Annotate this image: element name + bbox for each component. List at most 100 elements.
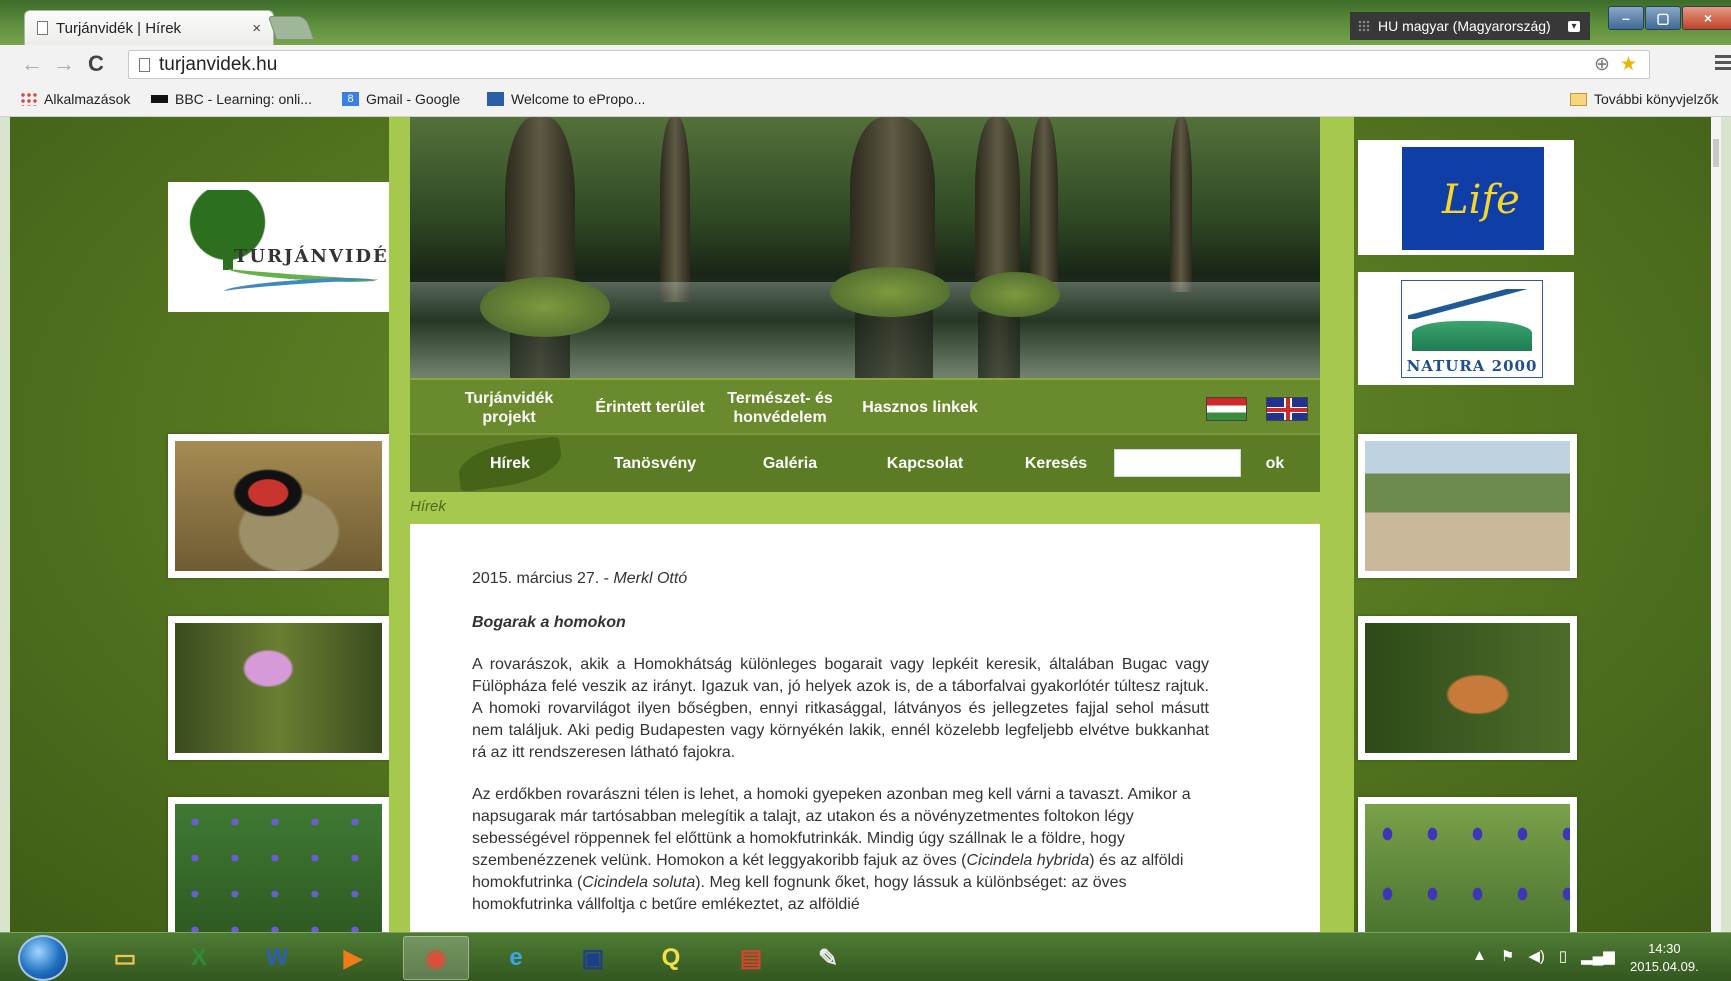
volume-icon[interactable]: ◀) bbox=[1528, 947, 1545, 965]
bbc-icon bbox=[151, 95, 168, 103]
photo-hoopoe[interactable] bbox=[1358, 616, 1577, 760]
internet-explorer-icon[interactable]: e bbox=[483, 936, 549, 980]
photo-burnet-moth[interactable] bbox=[168, 434, 389, 578]
save-disk-icon[interactable]: ▣ bbox=[560, 936, 626, 980]
bookmark-label: Alkalmazások bbox=[44, 91, 131, 107]
google-icon: 8 bbox=[342, 92, 359, 106]
article-meta: 2015. március 27. - Merkl Ottó bbox=[472, 570, 1209, 588]
center-column: Turjánvidék projekt Érintett terület Ter… bbox=[389, 117, 1354, 932]
bookmark-star-icon[interactable]: ★ bbox=[1620, 53, 1637, 76]
forward-arrow-icon[interactable]: → bbox=[48, 51, 80, 77]
nav-tanosveny[interactable]: Tanösvény bbox=[600, 435, 710, 492]
flag-icon[interactable]: ⚑ bbox=[1501, 947, 1514, 965]
header-image-swamp-forest bbox=[410, 117, 1320, 378]
secondary-navigation: Hírek Tanösvény Galéria Kapcsolat Keresé… bbox=[410, 433, 1320, 493]
page-scrollbar[interactable] bbox=[1711, 117, 1721, 932]
nav-kapcsolat[interactable]: Kapcsolat bbox=[860, 435, 990, 492]
menu-icon[interactable] bbox=[1715, 55, 1731, 71]
natura-2000-logo[interactable]: NATURA 2000 bbox=[1358, 272, 1574, 385]
apps-grid-icon bbox=[20, 92, 37, 106]
address-bar[interactable]: turjanvidek.hu ⊕ ★ bbox=[128, 50, 1650, 79]
gentian-image bbox=[1365, 804, 1570, 932]
language-indicator[interactable]: HU magyar (Magyarország) ▾ bbox=[1350, 12, 1590, 40]
bookmark-bbc[interactable]: BBC - Learning: onli... bbox=[151, 91, 312, 107]
web-page: TURJÁNVIDÉK Life NATURA 2000 Turjánvidék… bbox=[10, 117, 1721, 932]
bookmark-apps[interactable]: Alkalmazások bbox=[20, 91, 130, 107]
natura-box: NATURA 2000 bbox=[1401, 280, 1543, 378]
species-name: Cicindela soluta bbox=[582, 874, 696, 891]
iris-image bbox=[175, 804, 382, 932]
nav-hirek[interactable]: Hírek bbox=[460, 435, 560, 492]
nav-turjanvidek-projekt[interactable]: Turjánvidék projekt bbox=[454, 380, 564, 435]
q-app-icon[interactable]: Q bbox=[638, 936, 704, 980]
field-trip-image bbox=[1365, 441, 1570, 571]
tray-expand-icon[interactable]: ▲ bbox=[1472, 947, 1487, 965]
breadcrumb[interactable]: Hírek bbox=[410, 498, 446, 515]
photo-gentian[interactable] bbox=[1358, 797, 1577, 932]
chevron-down-icon: ▾ bbox=[1568, 20, 1580, 32]
natura-text: NATURA 2000 bbox=[1406, 357, 1538, 375]
omnibox-actions: ⊕ ★ bbox=[1594, 53, 1637, 76]
presentation-icon[interactable]: ▤ bbox=[718, 936, 784, 980]
search-input[interactable] bbox=[1114, 449, 1241, 477]
browser-tab[interactable]: Turjánvidék | Hírek × bbox=[24, 10, 274, 45]
tab-title: Turjánvidék | Hírek bbox=[56, 19, 182, 37]
main-navigation: Turjánvidék projekt Érintett terület Ter… bbox=[410, 378, 1320, 433]
photo-irises[interactable] bbox=[168, 797, 389, 932]
media-player-icon[interactable]: ▶ bbox=[320, 936, 386, 980]
eu-life-logo[interactable]: Life bbox=[1358, 140, 1574, 255]
tab-close-icon[interactable]: × bbox=[252, 20, 261, 37]
system-tray: ▲ ⚑ ◀) ▯ ▂▄▆ bbox=[1472, 947, 1615, 965]
excel-icon[interactable]: X bbox=[166, 936, 232, 980]
paint-icon[interactable]: ✎ bbox=[795, 936, 861, 980]
article-date: 2015. március 27. - bbox=[472, 570, 614, 587]
article-paragraph-2: Az erdőkben rovarászni télen is lehet, a… bbox=[472, 784, 1209, 916]
folder-icon bbox=[1570, 92, 1587, 106]
bookmark-label: Gmail - Google bbox=[366, 91, 461, 107]
back-arrow-icon[interactable]: ← bbox=[16, 51, 48, 77]
nav-hasznos-linkek[interactable]: Hasznos linkek bbox=[850, 380, 990, 435]
page-icon bbox=[139, 57, 150, 72]
search-label: Keresés bbox=[1024, 454, 1088, 472]
signal-icon[interactable]: ▂▄▆ bbox=[1581, 947, 1615, 965]
language-label: HU magyar (Magyarország) bbox=[1378, 18, 1551, 34]
nav-erintett-terulet[interactable]: Érintett terület bbox=[585, 380, 715, 435]
nav-termeszet-honvedelem[interactable]: Természet- és honvédelem bbox=[710, 380, 850, 435]
article-title: Bogarak a homokon bbox=[472, 614, 626, 631]
explorer-icon[interactable]: ▭ bbox=[92, 936, 158, 980]
epropo-icon bbox=[487, 92, 504, 106]
photo-field-trip[interactable] bbox=[1358, 434, 1577, 578]
uk-flag-icon[interactable] bbox=[1266, 397, 1308, 421]
photo-crocus[interactable] bbox=[168, 616, 389, 760]
reload-icon[interactable]: C bbox=[80, 51, 112, 77]
window-controls: – ▢ × bbox=[1607, 6, 1731, 30]
windows-taskbar: ▭ X W ▶ ◉ e ▣ Q ▤ ✎ ▲ ⚑ ◀) ▯ ▂▄▆ 14:30 2… bbox=[0, 932, 1731, 981]
search-ok-button[interactable]: ok bbox=[1250, 435, 1300, 492]
bookmark-label: További könyvjelzők bbox=[1594, 91, 1719, 107]
zoom-icon[interactable]: ⊕ bbox=[1594, 53, 1610, 76]
landscape-icon bbox=[1412, 321, 1532, 351]
close-window-button[interactable]: × bbox=[1682, 6, 1731, 30]
hungarian-flag-icon[interactable] bbox=[1206, 397, 1247, 421]
keyboard-icon bbox=[1358, 20, 1370, 32]
new-tab-button[interactable] bbox=[267, 16, 315, 40]
word-icon[interactable]: W bbox=[244, 936, 310, 980]
article-content: 2015. március 27. - Merkl Ottó Bogarak a… bbox=[410, 524, 1320, 932]
eu-flag: Life bbox=[1402, 147, 1544, 250]
bookmark-gmail[interactable]: 8 Gmail - Google bbox=[342, 91, 460, 107]
article-author: Merkl Ottó bbox=[613, 570, 688, 587]
burnet-moth-image bbox=[175, 441, 382, 571]
life-text: Life bbox=[1442, 177, 1520, 223]
nav-galeria[interactable]: Galéria bbox=[740, 435, 840, 492]
browser-toolbar: ← → C turjanvidek.hu ⊕ ★ bbox=[0, 45, 1731, 83]
maximize-button[interactable]: ▢ bbox=[1645, 6, 1681, 30]
clock[interactable]: 14:30 2015.04.09. bbox=[1630, 940, 1699, 976]
turjanvidek-logo[interactable]: TURJÁNVIDÉK bbox=[168, 182, 404, 312]
hoopoe-image bbox=[1365, 623, 1570, 753]
chrome-icon[interactable]: ◉ bbox=[403, 936, 469, 980]
other-bookmarks[interactable]: További könyvjelzők bbox=[1570, 91, 1719, 107]
bookmark-epropo[interactable]: Welcome to ePropo... bbox=[487, 91, 645, 107]
power-icon[interactable]: ▯ bbox=[1559, 947, 1567, 965]
minimize-button[interactable]: – bbox=[1608, 6, 1644, 30]
start-button[interactable] bbox=[18, 935, 68, 981]
